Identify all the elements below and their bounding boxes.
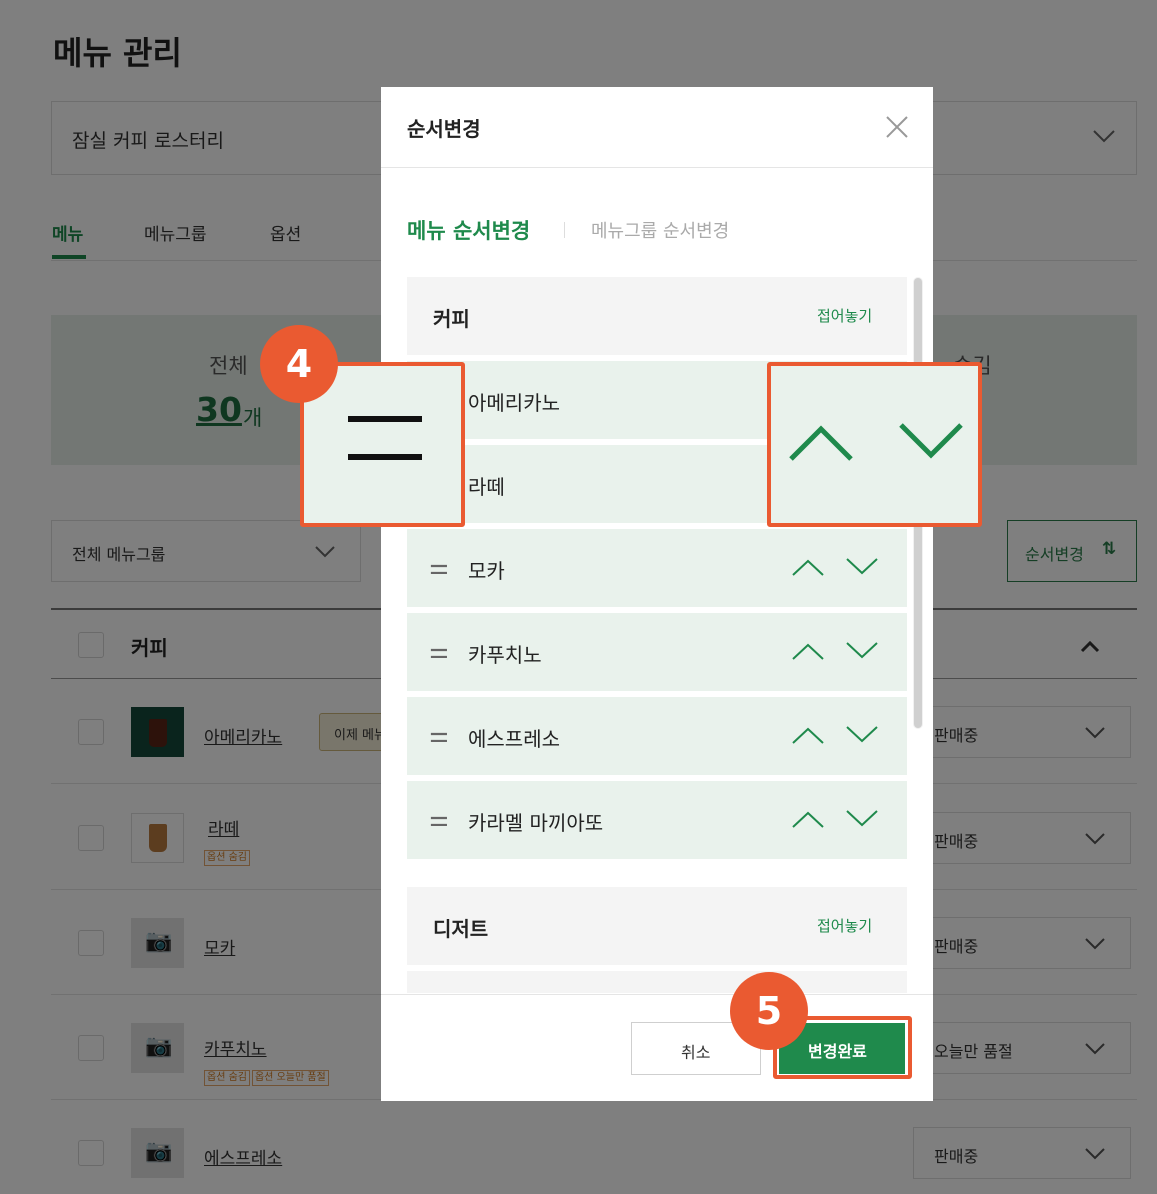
drag-handle-icon[interactable]: ⚌ bbox=[429, 723, 449, 748]
tab-menu-group-reorder[interactable]: 메뉴그룹 순서변경 bbox=[591, 217, 729, 243]
drag-handle-icon[interactable]: ⚌ bbox=[429, 807, 449, 832]
reorder-item: ⚌ 카라멜 마끼아또 bbox=[407, 781, 907, 859]
cancel-button-label: 취소 bbox=[681, 1043, 711, 1062]
item-name: 모카 bbox=[468, 559, 505, 583]
group-name: 디저트 bbox=[433, 917, 489, 941]
item-name: 카라멜 마끼아또 bbox=[468, 811, 604, 835]
item-name: 에스프레소 bbox=[468, 727, 560, 751]
close-icon[interactable] bbox=[885, 115, 909, 139]
reorder-item: ⚌ 에스프레소 bbox=[407, 697, 907, 775]
reorder-modal: 순서변경 메뉴 순서변경 메뉴그룹 순서변경 커피 접어놓기 ⚌ 아메리카노 ⚌… bbox=[381, 87, 933, 1101]
move-arrows-callout bbox=[767, 362, 982, 527]
move-up-icon-large bbox=[789, 425, 853, 461]
move-down-icon[interactable] bbox=[845, 641, 879, 661]
modal-footer-divider bbox=[381, 994, 933, 995]
move-down-icon[interactable] bbox=[845, 725, 879, 745]
move-down-icon-large bbox=[899, 423, 963, 459]
move-up-icon[interactable] bbox=[791, 725, 825, 745]
drag-handle-icon[interactable]: ⚌ bbox=[429, 639, 449, 664]
step-badge-5: 5 bbox=[730, 972, 808, 1050]
group-row-next bbox=[407, 971, 907, 993]
move-down-icon[interactable] bbox=[845, 557, 879, 577]
tab-separator bbox=[564, 222, 565, 238]
reorder-item: ⚌ 카푸치노 bbox=[407, 613, 907, 691]
group-row-coffee: 커피 접어놓기 bbox=[407, 277, 907, 355]
item-name: 카푸치노 bbox=[468, 643, 542, 667]
collapse-link[interactable]: 접어놓기 bbox=[817, 915, 872, 936]
group-name: 커피 bbox=[433, 307, 470, 331]
modal-header-divider bbox=[381, 167, 933, 168]
move-down-icon[interactable] bbox=[845, 809, 879, 829]
collapse-link[interactable]: 접어놓기 bbox=[817, 305, 872, 326]
tab-menu-reorder[interactable]: 메뉴 순서변경 bbox=[407, 215, 530, 245]
group-row-dessert: 디저트 접어놓기 bbox=[407, 887, 907, 965]
move-up-icon[interactable] bbox=[791, 809, 825, 829]
modal-title: 순서변경 bbox=[407, 117, 481, 141]
item-name: 라떼 bbox=[468, 475, 505, 499]
item-name: 아메리카노 bbox=[468, 391, 560, 415]
drag-handle-icon-large-bar bbox=[348, 454, 422, 460]
move-up-icon[interactable] bbox=[791, 557, 825, 577]
move-up-icon[interactable] bbox=[791, 641, 825, 661]
drag-handle-icon[interactable]: ⚌ bbox=[429, 555, 449, 580]
reorder-item: ⚌ 모카 bbox=[407, 529, 907, 607]
drag-handle-icon-large bbox=[348, 416, 422, 422]
step-badge-4: 4 bbox=[260, 325, 338, 403]
